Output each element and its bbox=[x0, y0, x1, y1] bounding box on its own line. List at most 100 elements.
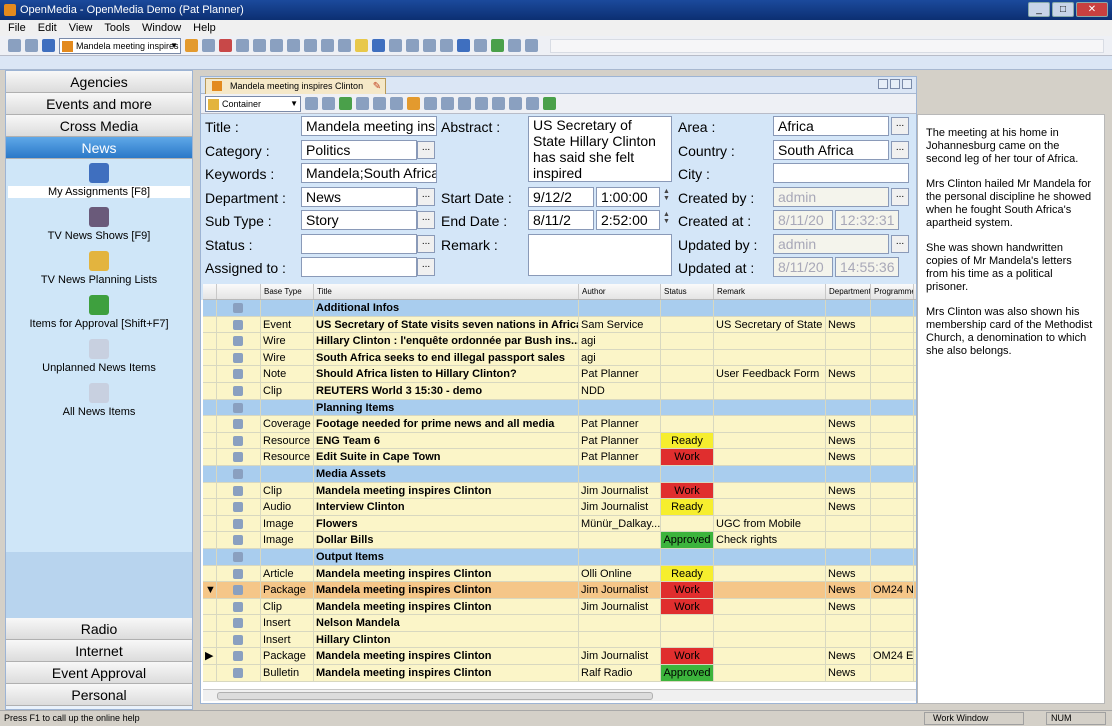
collapse-icon[interactable] bbox=[509, 97, 522, 110]
section-internet[interactable]: Internet bbox=[6, 640, 192, 662]
col-programme[interactable]: Programme bbox=[871, 284, 914, 299]
table-row[interactable]: Resource Edit Suite in Cape Town Pat Plann… bbox=[203, 449, 916, 466]
nav-items-for-approval[interactable]: Items for Approval [Shift+F7] bbox=[6, 295, 192, 330]
sort-icon[interactable] bbox=[458, 97, 471, 110]
group-row[interactable]: Planning Items bbox=[203, 399, 916, 417]
columns-icon[interactable] bbox=[475, 97, 488, 110]
area-picker-button[interactable]: ... bbox=[891, 117, 909, 135]
close-button[interactable]: ✕ bbox=[1076, 2, 1108, 17]
table-row[interactable]: Wire Hillary Clinton : l'enquête ordonnée… bbox=[203, 333, 916, 350]
menu-tools[interactable]: Tools bbox=[104, 20, 130, 36]
help-icon[interactable] bbox=[457, 39, 470, 52]
container-combo[interactable]: Container ▼ bbox=[205, 95, 301, 112]
assigned-picker-button[interactable]: ... bbox=[417, 258, 435, 276]
title-field[interactable]: Mandela meeting inspires Clinton bbox=[301, 116, 437, 136]
layout-icon[interactable] bbox=[423, 39, 436, 52]
group-row[interactable]: Media Assets bbox=[203, 465, 916, 483]
nav-all-news-items[interactable]: All News Items bbox=[6, 383, 192, 418]
col-status[interactable]: Status bbox=[661, 284, 714, 299]
grid-icon[interactable] bbox=[406, 39, 419, 52]
home-icon[interactable] bbox=[185, 39, 198, 52]
refresh-icon[interactable] bbox=[236, 39, 249, 52]
country-picker-button[interactable]: ... bbox=[891, 141, 909, 159]
wikipedia-icon[interactable] bbox=[508, 39, 521, 52]
outdent-icon[interactable] bbox=[322, 97, 335, 110]
table-row[interactable]: Image Dollar Bills Approved Check rights bbox=[203, 532, 916, 549]
keywords-field[interactable]: Mandela;South Africa bbox=[301, 163, 437, 183]
close-tab-icon[interactable]: ✎ bbox=[373, 79, 381, 94]
doc-restore-button[interactable] bbox=[890, 79, 900, 89]
status-picker-button[interactable]: ... bbox=[417, 235, 435, 253]
end-time-field[interactable]: 2:52:00 bbox=[596, 210, 660, 230]
col-expander[interactable] bbox=[203, 284, 217, 299]
folder-icon[interactable] bbox=[355, 39, 368, 52]
table-row[interactable]: Clip Mandela meeting inspires Clinton Jim … bbox=[203, 598, 916, 616]
nav-my-assignments[interactable]: My Assignments [F8] bbox=[6, 163, 192, 198]
category-field[interactable]: Politics bbox=[301, 140, 417, 160]
document-tab[interactable]: Mandela meeting inspires Clinton ✎ bbox=[205, 78, 387, 94]
indent-icon[interactable] bbox=[305, 97, 318, 110]
info-icon[interactable] bbox=[474, 39, 487, 52]
document-combo[interactable]: Mandela meeting inspires Clin ▼ bbox=[59, 37, 181, 54]
paste-icon[interactable] bbox=[304, 39, 317, 52]
table-row[interactable]: Coverage Footage needed for prime news an… bbox=[203, 416, 916, 433]
table-row[interactable]: Bulletin Mandela meeting inspires Clinton… bbox=[203, 665, 916, 682]
globe-icon[interactable] bbox=[491, 39, 504, 52]
doc-print-icon[interactable] bbox=[373, 97, 386, 110]
expand-icon[interactable] bbox=[492, 97, 505, 110]
table-row[interactable]: ▶ Package Mandela meeting inspires Clinton… bbox=[203, 648, 916, 666]
section-events[interactable]: Events and more bbox=[6, 93, 192, 115]
section-personal[interactable]: Personal bbox=[6, 684, 192, 706]
start-time-field[interactable]: 1:00:00 bbox=[596, 187, 660, 207]
end-date-field[interactable]: 8/11/2 bbox=[528, 210, 594, 230]
doc-home-icon[interactable] bbox=[407, 97, 420, 110]
delete-icon[interactable] bbox=[219, 39, 232, 52]
area-field[interactable]: Africa bbox=[773, 116, 889, 136]
subtype-field[interactable]: Story bbox=[301, 210, 417, 230]
menu-help[interactable]: Help bbox=[193, 20, 216, 36]
table-row[interactable]: Clip REUTERS World 3 15:30 - demo NDD bbox=[203, 382, 916, 400]
subtype-picker-button[interactable]: ... bbox=[417, 211, 435, 229]
preview-icon[interactable] bbox=[338, 39, 351, 52]
section-cross-media[interactable]: Cross Media bbox=[6, 115, 192, 137]
group-row[interactable]: Output Items bbox=[203, 548, 916, 566]
col-base-type[interactable]: Base Type bbox=[261, 284, 314, 299]
undo-icon[interactable] bbox=[253, 39, 266, 52]
abstract-field[interactable]: US Secretary of State Hillary Clinton ha… bbox=[528, 116, 672, 182]
edit-icon[interactable] bbox=[389, 39, 402, 52]
end-time-spinner[interactable]: ▲ ▼ bbox=[663, 211, 670, 225]
doc-minimize-button[interactable] bbox=[878, 79, 888, 89]
table-row[interactable]: Article Mandela meeting inspires Clinton O… bbox=[203, 565, 916, 583]
status-field[interactable] bbox=[301, 234, 417, 254]
minimize-button[interactable]: _ bbox=[1028, 2, 1050, 17]
table-row[interactable]: Wire South Africa seeks to end illegal pa… bbox=[203, 349, 916, 367]
menu-window[interactable]: Window bbox=[142, 20, 181, 36]
properties-icon[interactable] bbox=[202, 39, 215, 52]
start-time-spinner[interactable]: ▲ ▼ bbox=[663, 188, 670, 202]
doc-close-button[interactable] bbox=[902, 79, 912, 89]
table-row[interactable]: Audio Interview Clinton Jim Journalist Read… bbox=[203, 499, 916, 516]
horizontal-scrollbar[interactable] bbox=[203, 689, 916, 701]
nav-unplanned-items[interactable]: Unplanned News Items bbox=[6, 339, 192, 374]
menu-view[interactable]: View bbox=[69, 20, 93, 36]
copy-icon[interactable] bbox=[287, 39, 300, 52]
section-agencies[interactable]: Agencies bbox=[6, 71, 192, 93]
doc-globe-icon[interactable] bbox=[543, 97, 556, 110]
table-row[interactable]: Insert Nelson Mandela bbox=[203, 615, 916, 632]
print-icon[interactable] bbox=[321, 39, 334, 52]
open-icon[interactable] bbox=[25, 39, 38, 52]
link-icon[interactable] bbox=[339, 97, 352, 110]
country-field[interactable]: South Africa bbox=[773, 140, 889, 160]
table-row[interactable]: Image Flowers Münür_Dalkay... UGC from Mobi… bbox=[203, 515, 916, 533]
table-row[interactable]: Clip Mandela meeting inspires Clinton Jim … bbox=[203, 482, 916, 500]
department-field[interactable]: News bbox=[301, 187, 417, 207]
move-up-icon[interactable] bbox=[424, 97, 437, 110]
save-icon[interactable] bbox=[42, 39, 55, 52]
table-row[interactable]: Note Should Africa listen to Hillary Clin… bbox=[203, 366, 916, 383]
nav-tv-news-shows[interactable]: TV News Shows [F9] bbox=[6, 207, 192, 242]
city-field[interactable] bbox=[773, 163, 909, 183]
start-date-field[interactable]: 9/12/2 bbox=[528, 187, 594, 207]
cut-icon[interactable] bbox=[270, 39, 283, 52]
maximize-button[interactable]: □ bbox=[1052, 2, 1074, 17]
new-icon[interactable] bbox=[8, 39, 21, 52]
